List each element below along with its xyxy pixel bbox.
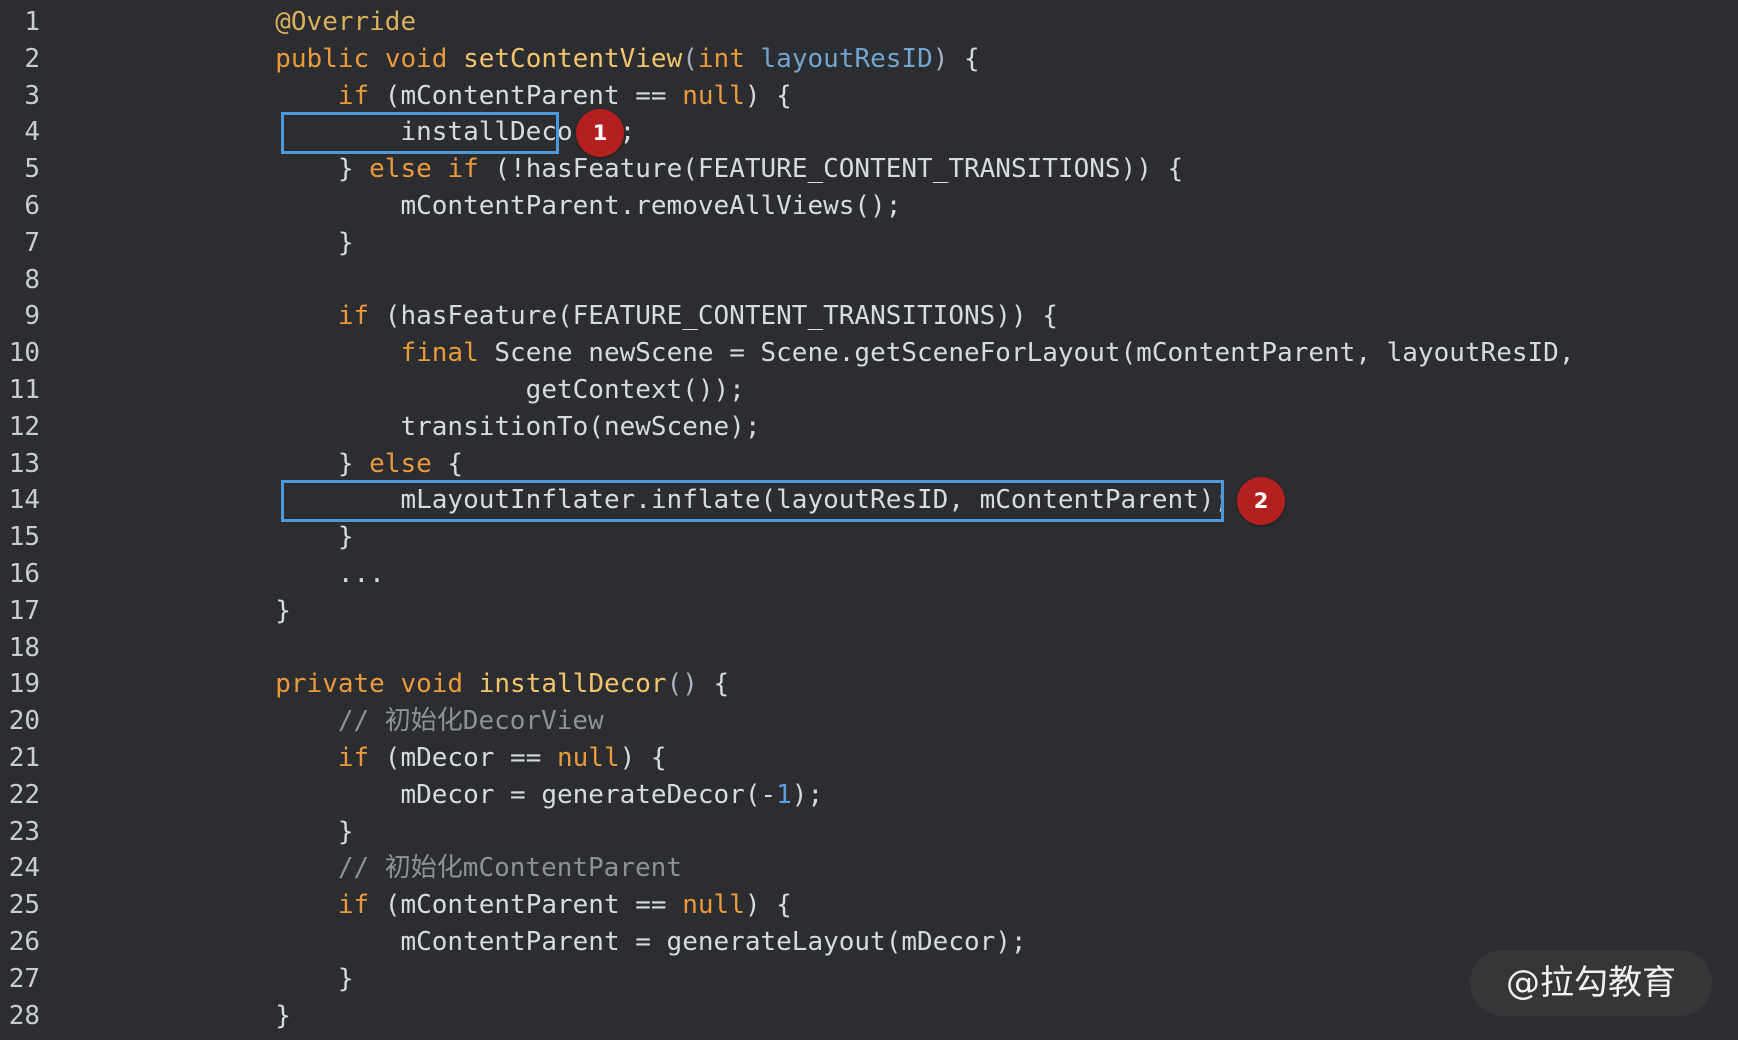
- highlight-box-inflate: [281, 480, 1224, 522]
- callout-marker-1: 1: [576, 109, 624, 157]
- code-text: mContentParent.removeAllViews();: [150, 191, 902, 221]
- code-text: transitionTo(newScene);: [150, 411, 761, 442]
- code-text: private void installDecor() {: [275, 669, 730, 700]
- code-line: 6 mContentParent.removeAllViews();: [0, 188, 1738, 225]
- line-number: 24: [8, 853, 40, 884]
- code-text: }: [150, 1000, 291, 1031]
- highlight-box-install-decor: [281, 112, 559, 154]
- line-number: 8: [24, 264, 40, 295]
- code-line: 1 @Override: [0, 4, 1738, 41]
- line-number: 23: [8, 816, 40, 847]
- code-line: 8: [0, 262, 1738, 299]
- line-number: 14: [8, 485, 40, 516]
- code-line: 12 transitionTo(newScene);: [0, 409, 1738, 446]
- code-text: getContext());: [150, 375, 745, 405]
- code-line: 24 // 初始化mContentParent: [0, 850, 1738, 887]
- line-number: 10: [8, 338, 40, 369]
- code-text: // 初始化mContentParent: [337, 853, 682, 884]
- line-number: 3: [24, 80, 40, 111]
- code-line: 21 if (mDecor == null) {: [0, 740, 1738, 777]
- code-line: 2 public void setContentView(int layoutR…: [0, 41, 1738, 78]
- line-number: 27: [8, 963, 40, 994]
- callout-marker-2: 2: [1237, 477, 1285, 525]
- code-line: 5 } else if (!hasFeature(FEATURE_CONTENT…: [0, 151, 1738, 188]
- line-number: 2: [24, 43, 40, 74]
- code-line: 25 if (mContentParent == null) {: [0, 887, 1738, 924]
- line-number: 1: [24, 7, 40, 37]
- code-text: @Override: [275, 7, 417, 37]
- line-number: 7: [24, 227, 40, 258]
- code-line: 10 final Scene newScene = Scene.getScene…: [0, 335, 1738, 372]
- code-line: 3 if (mContentParent == null) {: [0, 78, 1738, 115]
- code-text: }: [150, 227, 354, 258]
- code-text: }: [150, 963, 354, 994]
- line-number: 22: [8, 779, 40, 810]
- code-line: 20 // 初始化DecorView: [0, 703, 1738, 740]
- line-number: 18: [8, 632, 40, 663]
- code-line: 13 } else {: [0, 446, 1738, 483]
- code-text: final Scene newScene = Scene.getSceneFor…: [400, 338, 1575, 369]
- code-text: }: [150, 595, 291, 626]
- watermark: @拉勾教育: [1470, 950, 1712, 1016]
- code-line: 26 mContentParent = generateLayout(mDeco…: [0, 924, 1738, 961]
- code-line: 15 }: [0, 519, 1738, 556]
- line-number: 16: [8, 559, 40, 589]
- line-number: 5: [24, 154, 40, 185]
- code-line: 18: [0, 630, 1738, 667]
- code-text: public void setContentView(int layoutRes…: [275, 43, 980, 74]
- code-line: 19 private void installDecor() {: [0, 666, 1738, 703]
- line-number: 26: [8, 927, 40, 957]
- code-text: ...: [150, 559, 385, 589]
- line-number: 20: [8, 706, 40, 737]
- code-text: if (mDecor == null) {: [337, 743, 667, 773]
- line-number: 12: [8, 411, 40, 442]
- code-line: 11 getContext());: [0, 372, 1738, 409]
- line-number: 13: [8, 448, 40, 479]
- line-number: 19: [8, 669, 40, 700]
- code-line: 22 mDecor = generateDecor(-1);: [0, 777, 1738, 814]
- code-text: // 初始化DecorView: [337, 706, 604, 737]
- code-text: mContentParent = generateLayout(mDecor);: [150, 927, 1027, 957]
- code-text: if (mContentParent == null) {: [337, 80, 792, 111]
- code-line: 17 }: [0, 593, 1738, 630]
- code-text: if (hasFeature(FEATURE_CONTENT_TRANSITIO…: [337, 301, 1058, 332]
- line-number: 21: [8, 743, 40, 773]
- line-number: 9: [24, 301, 40, 332]
- line-number: 11: [8, 375, 40, 405]
- code-text: mDecor = generateDecor(-1);: [150, 779, 824, 810]
- line-number: 15: [8, 522, 40, 553]
- line-number: 4: [24, 117, 40, 148]
- code-line: 9 if (hasFeature(FEATURE_CONTENT_TRANSIT…: [0, 298, 1738, 335]
- line-number: 25: [8, 890, 40, 921]
- code-text: } else if (!hasFeature(FEATURE_CONTENT_T…: [150, 154, 1184, 185]
- line-number: 28: [8, 1000, 40, 1031]
- code-line: 23 }: [0, 814, 1738, 851]
- code-text: }: [150, 816, 354, 847]
- code-text: if (mContentParent == null) {: [337, 890, 792, 921]
- code-line: 7 }: [0, 225, 1738, 262]
- line-number: 6: [24, 191, 40, 221]
- line-number: 17: [8, 595, 40, 626]
- code-line: 4 installDecor();: [0, 114, 1738, 151]
- code-line: 16 ...: [0, 556, 1738, 593]
- code-text: }: [150, 522, 354, 553]
- code-text: } else {: [150, 448, 464, 479]
